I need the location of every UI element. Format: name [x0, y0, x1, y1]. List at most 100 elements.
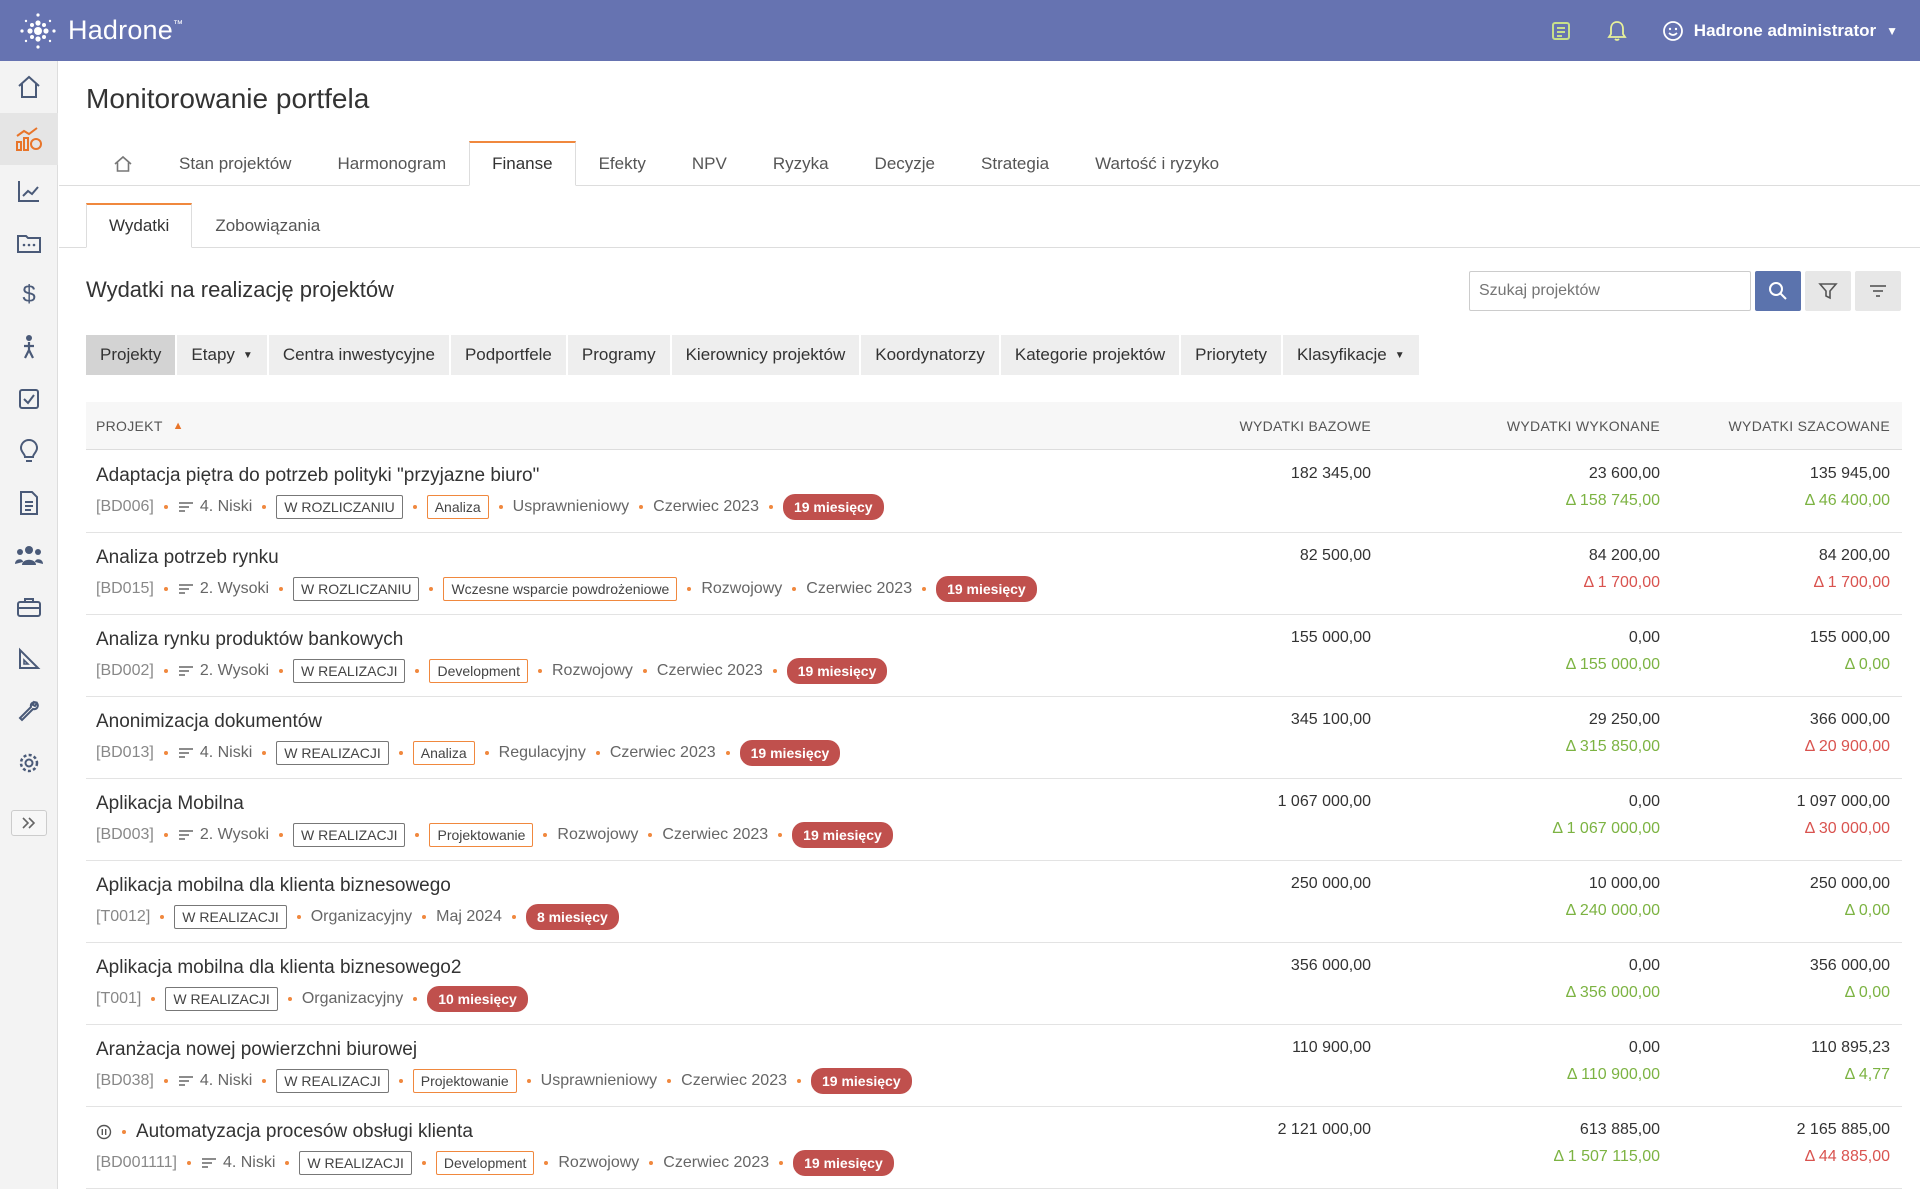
estimated-expenses-value: 356 000,00 [1809, 957, 1890, 974]
column-header-est[interactable]: WYDATKI SZACOWANE [1729, 402, 1890, 450]
priority-label: 4. Niski [199, 744, 253, 761]
sidebar-item-folder[interactable] [0, 217, 58, 269]
search-input[interactable] [1469, 271, 1751, 311]
search-button[interactable] [1755, 271, 1801, 311]
table-row[interactable]: Anonimizacja dokumentów [BD013] 4. Niski W … [86, 697, 1902, 779]
sidebar-item-people[interactable] [0, 529, 58, 581]
table-row[interactable]: Aplikacja Mobilna [BD003] 2. Wysoki W REALI… [86, 779, 1902, 861]
separator-dot [544, 1161, 549, 1165]
separator-dot [768, 505, 773, 509]
row-title: Anonimizacja dokumentów [96, 711, 322, 733]
separator-dot [412, 505, 417, 509]
pause-icon [96, 1124, 112, 1140]
project-title[interactable]: Automatyzacja procesów obsługi klienta [136, 1121, 473, 1143]
sidebar-item-documents[interactable] [0, 477, 58, 529]
tab-strategia[interactable]: Strategia [958, 141, 1072, 186]
sidebar-item-portfolio[interactable] [0, 581, 58, 633]
tab-stan-projektow[interactable]: Stan projektów [156, 141, 314, 186]
table-row[interactable]: Analiza rynku produktów bankowych [BD002]… [86, 615, 1902, 697]
done-expenses-delta: Δ 1 507 115,00 [1553, 1148, 1660, 1165]
table-row[interactable]: Analiza potrzeb rynku [BD015] 2. Wysoki W R… [86, 533, 1902, 615]
tab-finanse[interactable]: Finanse [469, 141, 576, 186]
group-programy[interactable]: Programy [567, 335, 670, 375]
sidebar-item-person[interactable] [0, 321, 58, 373]
bell-icon[interactable] [1606, 20, 1628, 42]
caret-down-icon: ▼ [1394, 349, 1405, 361]
project-date: Czerwiec 2023 [806, 580, 913, 597]
group-etapy[interactable]: Etapy ▼ [177, 335, 267, 375]
sidebar-item-portfolio-monitor[interactable] [0, 113, 58, 165]
group-projekty[interactable]: Projekty [86, 335, 176, 375]
subtab-zobowiazania[interactable]: Zobowiązania [192, 203, 343, 248]
tab-harmonogram[interactable]: Harmonogram [314, 141, 469, 186]
column-header-done[interactable]: WYDATKI WYKONANE [1507, 402, 1660, 450]
notes-icon[interactable] [1550, 20, 1572, 42]
chart-icon [18, 181, 39, 202]
table-row[interactable]: Adaptacja piętra do potrzeb polityki "pr… [86, 451, 1902, 533]
tab-decyzje[interactable]: Decyzje [852, 141, 958, 186]
user-menu[interactable]: Hadrone administrator ▼ [1662, 20, 1898, 42]
tab-ryzyka[interactable]: Ryzyka [750, 141, 852, 186]
done-expenses-value: 0,00 [1628, 957, 1660, 974]
column-header-project[interactable]: PROJEKT ▲ [96, 402, 184, 450]
project-code: [BD003] [96, 826, 154, 843]
sidebar-item-chart[interactable] [0, 165, 58, 217]
document-icon [20, 491, 38, 515]
group-koordynatorzy[interactable]: Koordynatorzy [861, 335, 999, 375]
group-priorytety[interactable]: Priorytety [1181, 335, 1281, 375]
done-expenses-delta: Δ 1 700,00 [1583, 574, 1660, 591]
project-title[interactable]: Adaptacja piętra do potrzeb polityki "pr… [96, 465, 539, 487]
sidebar-item-measure[interactable] [0, 633, 58, 685]
project-category: Rozwojowy [701, 580, 783, 597]
separator-dot [725, 751, 730, 755]
priority: 2. Wysoki [178, 580, 269, 598]
estimated-expenses-delta: Δ 1 700,00 [1813, 574, 1890, 591]
sidebar-item-settings[interactable] [0, 737, 58, 789]
sidebar-item-finance[interactable]: $ [0, 269, 58, 321]
tab-npv[interactable]: NPV [669, 141, 750, 186]
table-row[interactable]: Aranżacja nowej powierzchni biurowej [BD0… [86, 1025, 1902, 1107]
project-title[interactable]: Aplikacja mobilna dla klienta biznesoweg… [96, 875, 451, 897]
filter-button[interactable] [1805, 271, 1851, 311]
tab-home[interactable] [90, 141, 156, 186]
table-row[interactable]: Aplikacja mobilna dla klienta biznesoweg… [86, 943, 1902, 1025]
subtab-wydatki[interactable]: Wydatki [86, 203, 193, 248]
tab-wartosc-i-ryzyko[interactable]: Wartość i ryzyko [1072, 141, 1242, 186]
sidebar-item-ideas[interactable] [0, 425, 58, 477]
group-kierownicy-projektow[interactable]: Kierownicy projektów [671, 335, 860, 375]
priority-label: 4. Niski [199, 1072, 253, 1089]
project-title[interactable]: Analiza rynku produktów bankowych [96, 629, 403, 651]
project-title[interactable]: Aplikacja Mobilna [96, 793, 244, 815]
row-title: Analiza rynku produktów bankowych [96, 629, 403, 651]
group-kategorie-projektow[interactable]: Kategorie projektów [1000, 335, 1180, 375]
table-row[interactable]: Aplikacja mobilna dla klienta biznesoweg… [86, 861, 1902, 943]
column-header-base[interactable]: WYDATKI BAZOWE [1240, 402, 1372, 450]
separator-dot [511, 915, 516, 919]
sidebar-item-tools[interactable] [0, 685, 58, 737]
project-title[interactable]: Anonimizacja dokumentów [96, 711, 322, 733]
sidebar-item-home[interactable] [0, 61, 58, 113]
sidebar-expand-button[interactable] [11, 810, 47, 836]
separator-dot [413, 997, 418, 1001]
group-centra-inwestycyjne[interactable]: Centra inwestycyjne [268, 335, 449, 375]
project-date: Maj 2024 [436, 908, 502, 925]
stage-tag: Development [435, 1151, 535, 1175]
project-title[interactable]: Analiza potrzeb rynku [96, 547, 279, 569]
group-klasyfikacje[interactable]: Klasyfikacje ▼ [1282, 335, 1419, 375]
table-row[interactable]: Automatyzacja procesów obsługi klienta [B… [86, 1107, 1902, 1189]
sort-button[interactable] [1855, 271, 1901, 311]
project-category: Rozwojowy [557, 826, 639, 843]
logo[interactable]: Hadrone ™ [16, 9, 183, 53]
done-expenses-delta: Δ 315 850,00 [1565, 738, 1660, 755]
tab-efekty[interactable]: Efekty [576, 141, 669, 186]
row-title: Adaptacja piętra do potrzeb polityki "pr… [96, 465, 539, 487]
project-date: Czerwiec 2023 [681, 1072, 787, 1089]
project-title[interactable]: Aranżacja nowej powierzchni biurowej [96, 1039, 417, 1061]
portfolio-monitor-icon [16, 127, 42, 151]
group-label: Priorytety [1195, 345, 1267, 364]
group-podportfele[interactable]: Podportfele [450, 335, 566, 375]
base-expenses-value: 155 000,00 [1290, 629, 1371, 646]
project-title[interactable]: Aplikacja mobilna dla klienta biznesoweg… [96, 957, 461, 979]
estimated-expenses-value: 250 000,00 [1809, 875, 1890, 892]
sidebar-item-tasks[interactable] [0, 373, 58, 425]
